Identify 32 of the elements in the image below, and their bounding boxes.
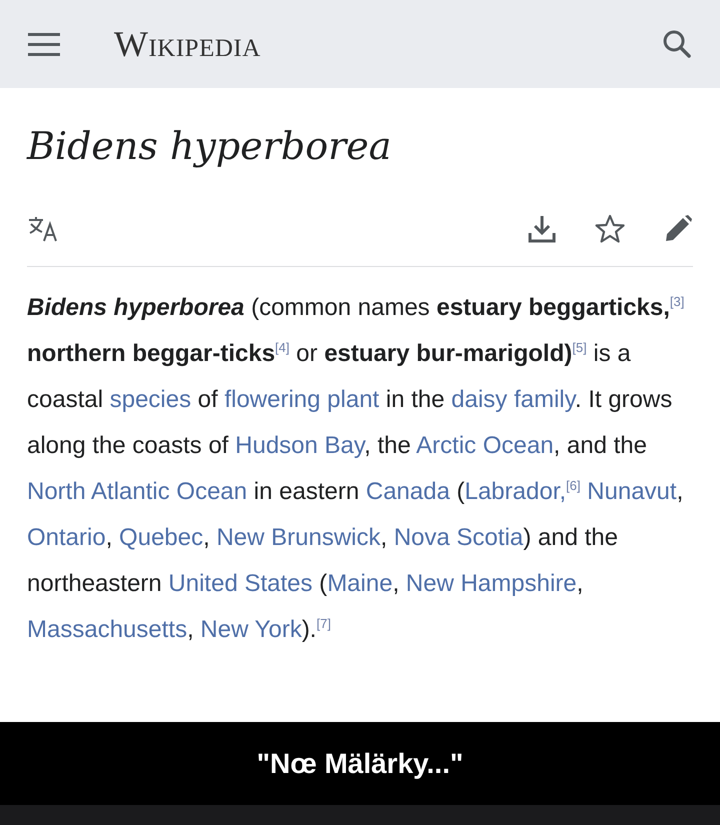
reference-link[interactable]: [6]	[566, 478, 580, 493]
article-link[interactable]: United States	[168, 570, 313, 597]
article-title: Bidens hyperborea	[27, 124, 392, 168]
article-link[interactable]: New York	[200, 616, 302, 643]
article-link[interactable]: species	[110, 386, 192, 413]
article-link[interactable]: Arctic Ocean	[416, 432, 554, 459]
article-link[interactable]: North Atlantic Ocean	[27, 478, 248, 505]
article-link[interactable]: Ontario	[27, 524, 106, 551]
article-link[interactable]: Nova Scotia	[394, 524, 524, 551]
article-link[interactable]: daisy family	[451, 386, 575, 413]
article-paragraph: Bidens hyperborea (common names estuary beggarticks,$^{[3]}$ northern beggar-ticks$^{[4]}$ or estuary bur-marigold)$^{[5]}$ is a coastal species of flowering plant in the daisy family. It grows along the coasts of Hudson Bay, the Arctic Ocean, and the North Atlantic Ocean in eastern Canada (Labrador,$^{[6]}$ Nunavut, Ontario, Quebec, New Brunswick, Nova Scotia) and the northeastern United States (Maine, New Hampshire, Massachusetts, New York).$^{[7]}$	[27, 293, 686, 645]
article-link[interactable]: Massachusetts	[27, 616, 188, 643]
caption-text: "Nœ Mälärky..."	[256, 748, 464, 780]
article-link[interactable]: New Brunswick	[216, 524, 380, 551]
article-link[interactable]: Canada	[366, 478, 450, 505]
article-link[interactable]: New Hampshire	[406, 570, 577, 597]
article-link[interactable]: Maine	[327, 570, 393, 597]
article-link[interactable]: Hudson Bay	[235, 432, 364, 459]
article-link[interactable]: Labrador,	[464, 478, 566, 505]
download-icon[interactable]	[527, 214, 557, 244]
article-link[interactable]: flowering plant	[224, 386, 380, 413]
reference-link[interactable]: [4]	[275, 340, 290, 355]
wikipedia-logo[interactable]: Wikipedia	[114, 23, 261, 65]
menu-icon[interactable]	[28, 32, 60, 58]
reference-link[interactable]: [5]	[572, 340, 587, 355]
article-link[interactable]: Quebec	[119, 524, 204, 551]
reference-link[interactable]: [7]	[316, 616, 331, 631]
article-link[interactable]: Nunavut	[587, 478, 677, 505]
search-icon[interactable]	[662, 29, 692, 59]
star-icon[interactable]	[595, 214, 625, 244]
pencil-icon[interactable]	[663, 214, 693, 244]
reference-link[interactable]: [3]	[670, 294, 684, 309]
